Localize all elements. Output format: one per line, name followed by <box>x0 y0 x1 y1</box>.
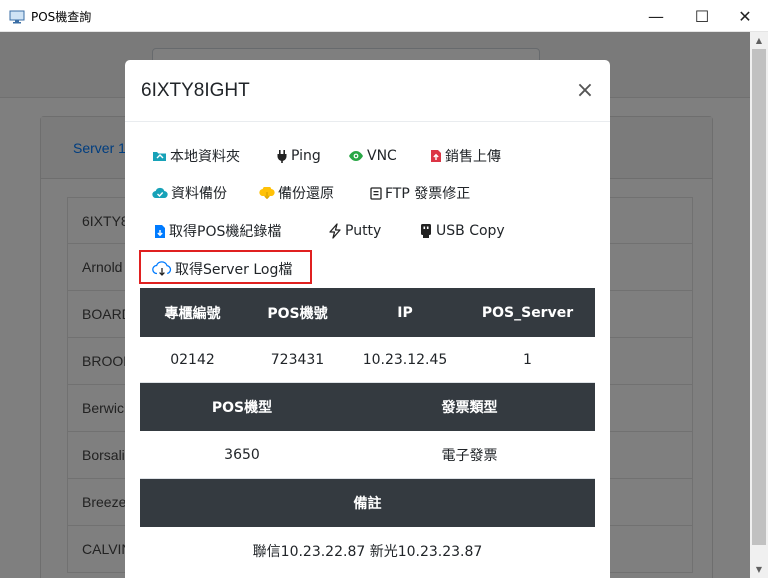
close-window-button[interactable]: ✕ <box>722 0 768 32</box>
data-backup-link[interactable]: 資料備份 <box>152 181 227 205</box>
sales-upload-link[interactable]: 銷售上傳 <box>430 144 501 168</box>
table-cell: 723431 <box>270 351 325 368</box>
usb-copy-label: USB Copy <box>436 223 505 239</box>
cloud-download-icon <box>259 187 275 199</box>
local-folder-label: 本地資料夾 <box>170 149 240 165</box>
local-folder-link[interactable]: 本地資料夾 <box>152 144 240 168</box>
ping-link[interactable]: Ping <box>276 144 321 168</box>
column-header: POS機號 <box>267 305 328 322</box>
ping-label: Ping <box>291 148 321 164</box>
column-header: POS機型 <box>211 400 273 416</box>
vnc-link[interactable]: VNC <box>348 144 397 168</box>
putty-label: Putty <box>345 223 382 239</box>
table-cell: 10.23.12.45 <box>362 351 448 368</box>
table-cell: 02142 <box>170 351 215 368</box>
get-pos-log-label: 取得POS機紀錄檔 <box>169 224 282 240</box>
scroll-up-arrow-icon[interactable]: ▲ <box>750 32 768 49</box>
column-header: IP <box>397 304 413 321</box>
data-backup-label: 資料備份 <box>171 186 227 202</box>
table-row: 聯信10.23.22.87 新光10.23.23.87 <box>140 527 595 575</box>
vertical-scrollbar[interactable]: ▲ ▼ <box>750 32 768 578</box>
table-cell: 電子發票 <box>441 447 498 464</box>
highlight-annotation-box <box>139 250 312 284</box>
window-title: POS機查詢 <box>31 10 92 24</box>
folder-open-icon <box>152 150 167 162</box>
ftp-invoice-label: FTP 發票修正 <box>385 186 471 202</box>
minimize-button[interactable]: — <box>633 0 679 32</box>
modal-close-button[interactable]: × <box>573 78 597 103</box>
usb-copy-link[interactable]: USB Copy <box>419 219 505 243</box>
table-cell: 聯信10.23.22.87 新光10.23.23.87 <box>252 544 483 560</box>
column-header: 專櫃編號 <box>164 305 221 322</box>
eye-icon <box>348 150 364 162</box>
column-header: 備註 <box>353 496 382 512</box>
get-pos-log-link[interactable]: 取得POS機紀錄檔 <box>154 219 281 243</box>
maximize-button[interactable]: ☐ <box>679 0 725 32</box>
monitor-icon <box>9 9 25 24</box>
table-cell: 3650 <box>224 446 260 463</box>
backup-restore-label: 備份還原 <box>278 186 334 202</box>
table-header-row: POS機型 發票類型 <box>140 383 595 431</box>
scroll-down-arrow-icon[interactable]: ▼ <box>750 561 768 578</box>
column-header: 發票類型 <box>441 400 498 416</box>
column-header: POS_Server <box>481 304 574 321</box>
backup-restore-link[interactable]: 備份還原 <box>259 181 334 205</box>
table-row: 3650 電子發票 <box>140 431 595 479</box>
vnc-label: VNC <box>367 148 397 164</box>
usb-drive-icon <box>419 223 433 239</box>
ftp-invoice-link[interactable]: FTP 發票修正 <box>370 181 470 205</box>
plug-icon <box>276 149 288 163</box>
table-cell: 1 <box>523 351 532 368</box>
lightning-icon <box>328 223 342 239</box>
table-row: 02142 723431 10.23.12.45 1 <box>140 337 595 383</box>
sales-upload-label: 銷售上傳 <box>445 149 501 165</box>
modal-header: 6IXTY8IGHT × <box>125 60 610 122</box>
invoice-icon <box>370 186 382 200</box>
scrollbar-thumb[interactable] <box>752 49 766 545</box>
putty-link[interactable]: Putty <box>328 219 381 243</box>
table-header-row: 專櫃編號 POS機號 IP POS_Server <box>140 288 595 337</box>
file-upload-icon <box>430 149 442 163</box>
cloud-check-icon <box>152 187 168 199</box>
modal-title: 6IXTY8IGHT <box>141 80 250 101</box>
file-download-icon <box>154 224 166 239</box>
window-titlebar: POS機查詢 — ☐ ✕ <box>0 0 768 32</box>
table-header-row: 備註 <box>140 479 595 527</box>
